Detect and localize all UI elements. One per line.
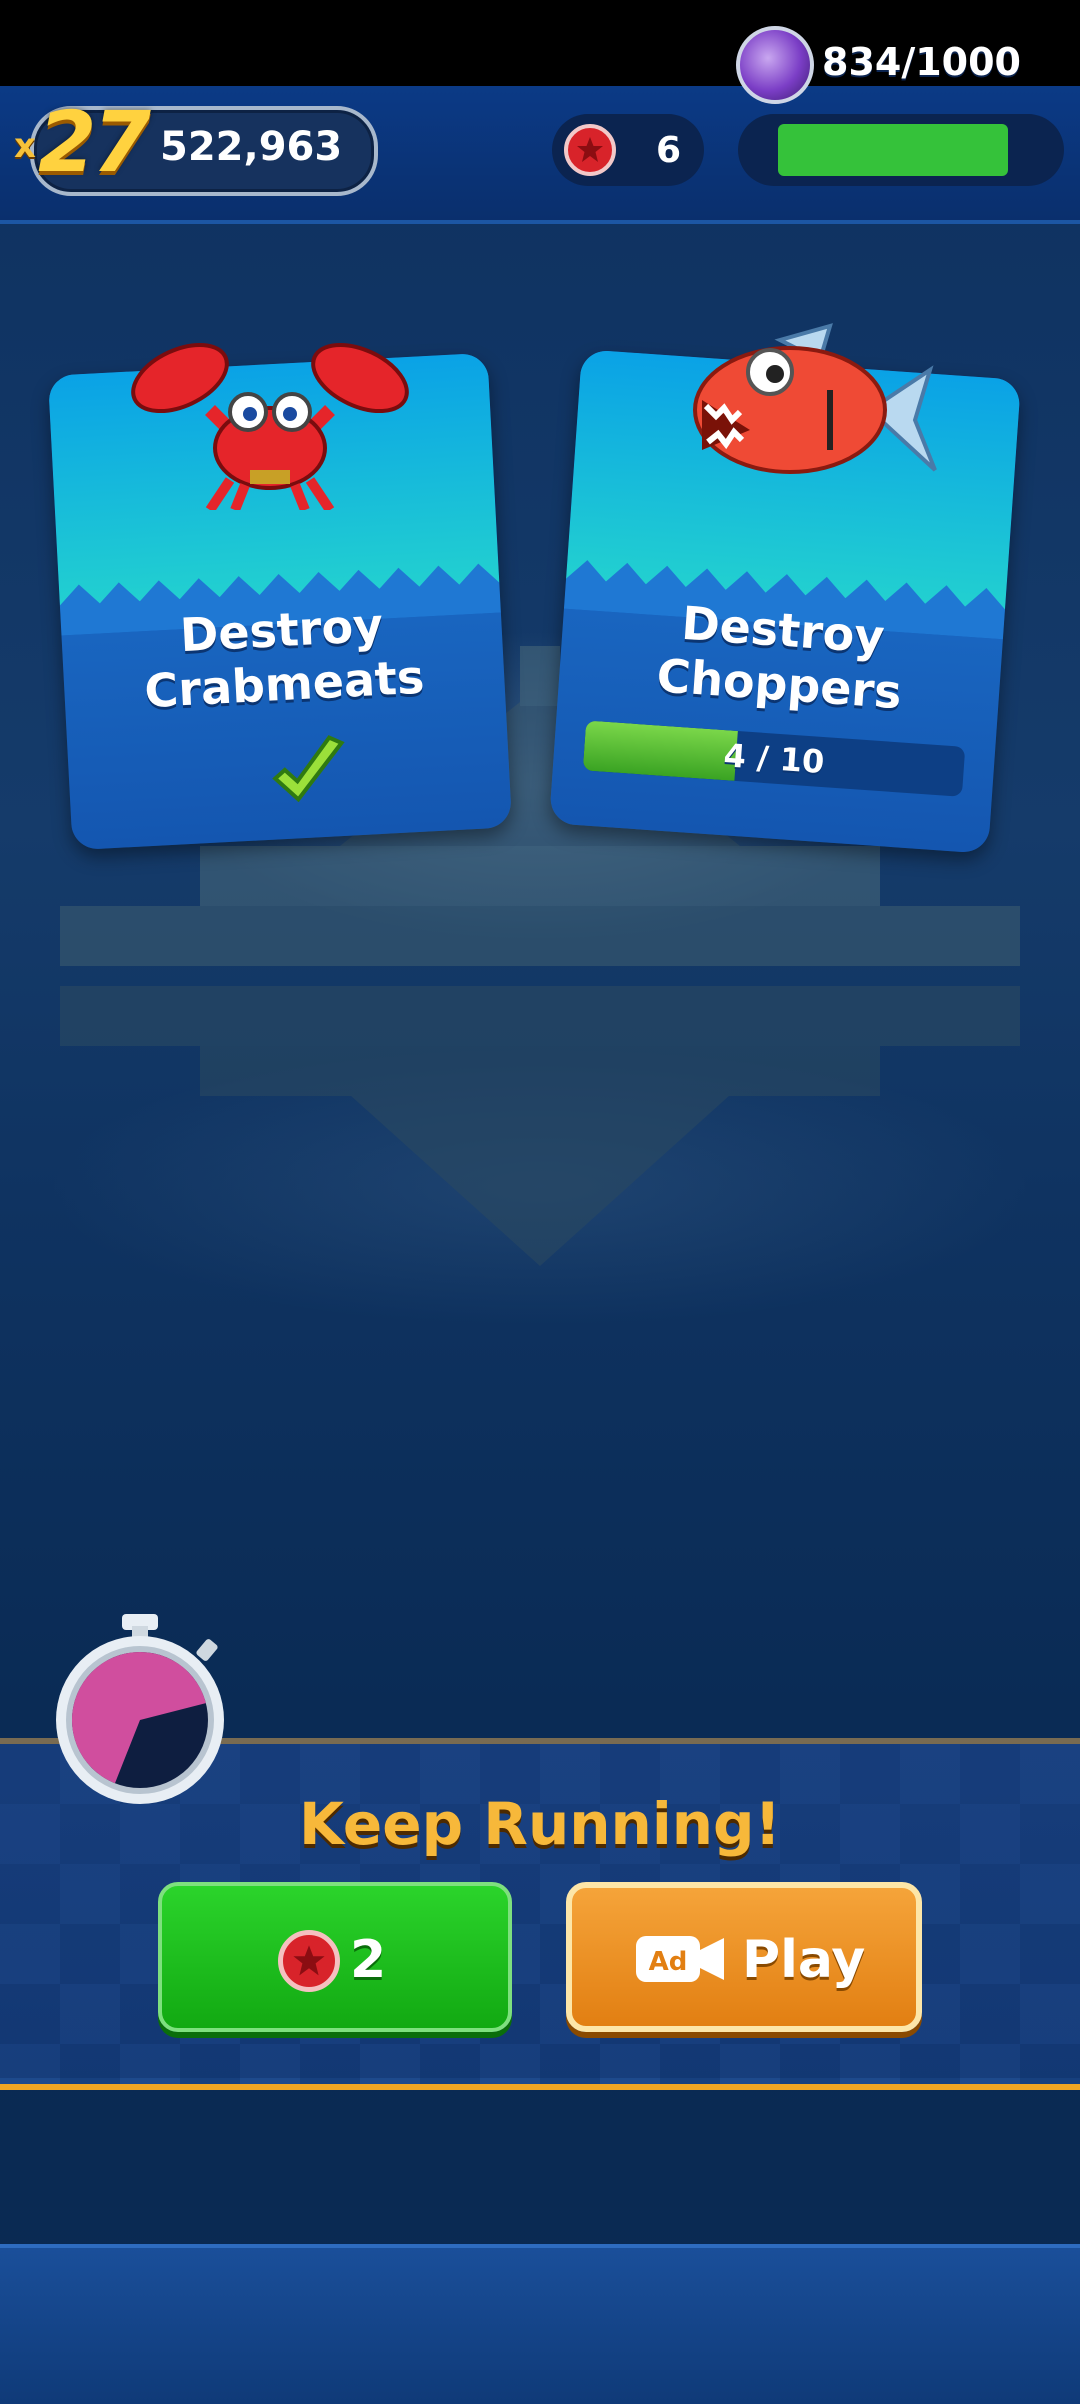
video-ad-icon: Ad <box>636 1936 724 1982</box>
multiplier-prefix: x <box>14 126 36 166</box>
red-star-ring-icon <box>278 1930 340 1992</box>
red-star-ring-icon <box>564 124 616 176</box>
character-avatar-icon <box>736 26 814 104</box>
energy-meter-fill <box>778 124 1008 176</box>
red-star-ring-count: 6 <box>656 130 682 171</box>
mission-progress-text: 4 / 10 <box>722 736 826 782</box>
stopwatch-timer-icon <box>56 1614 224 1804</box>
crabmeat-icon <box>131 342 409 510</box>
mission-complete-check-icon <box>272 735 345 803</box>
chopper-icon <box>693 323 937 474</box>
keep-running-title: Keep Running! <box>299 1790 781 1858</box>
ad-icon-text: Ad <box>649 1947 688 1977</box>
play-label: Play <box>742 1930 866 1990</box>
continue-with-rings-button[interactable]: 2 <box>158 1882 512 2032</box>
score-value: 522,963 <box>160 124 343 170</box>
energy-meter-text: 834/1000 <box>822 40 1021 84</box>
score-multiplier: 27 <box>38 93 151 191</box>
energy-meter[interactable] <box>738 114 1064 186</box>
top-hud: x 27 522,963 6 <box>0 86 1080 224</box>
ring-cost-label: 2 <box>350 1930 387 1990</box>
mission-progress-bar: 4 / 10 <box>582 720 966 797</box>
watch-ad-play-button[interactable]: Ad Play <box>566 1882 922 2032</box>
bottom-bar <box>0 2244 1080 2404</box>
red-star-ring-counter[interactable]: 6 <box>552 114 704 186</box>
